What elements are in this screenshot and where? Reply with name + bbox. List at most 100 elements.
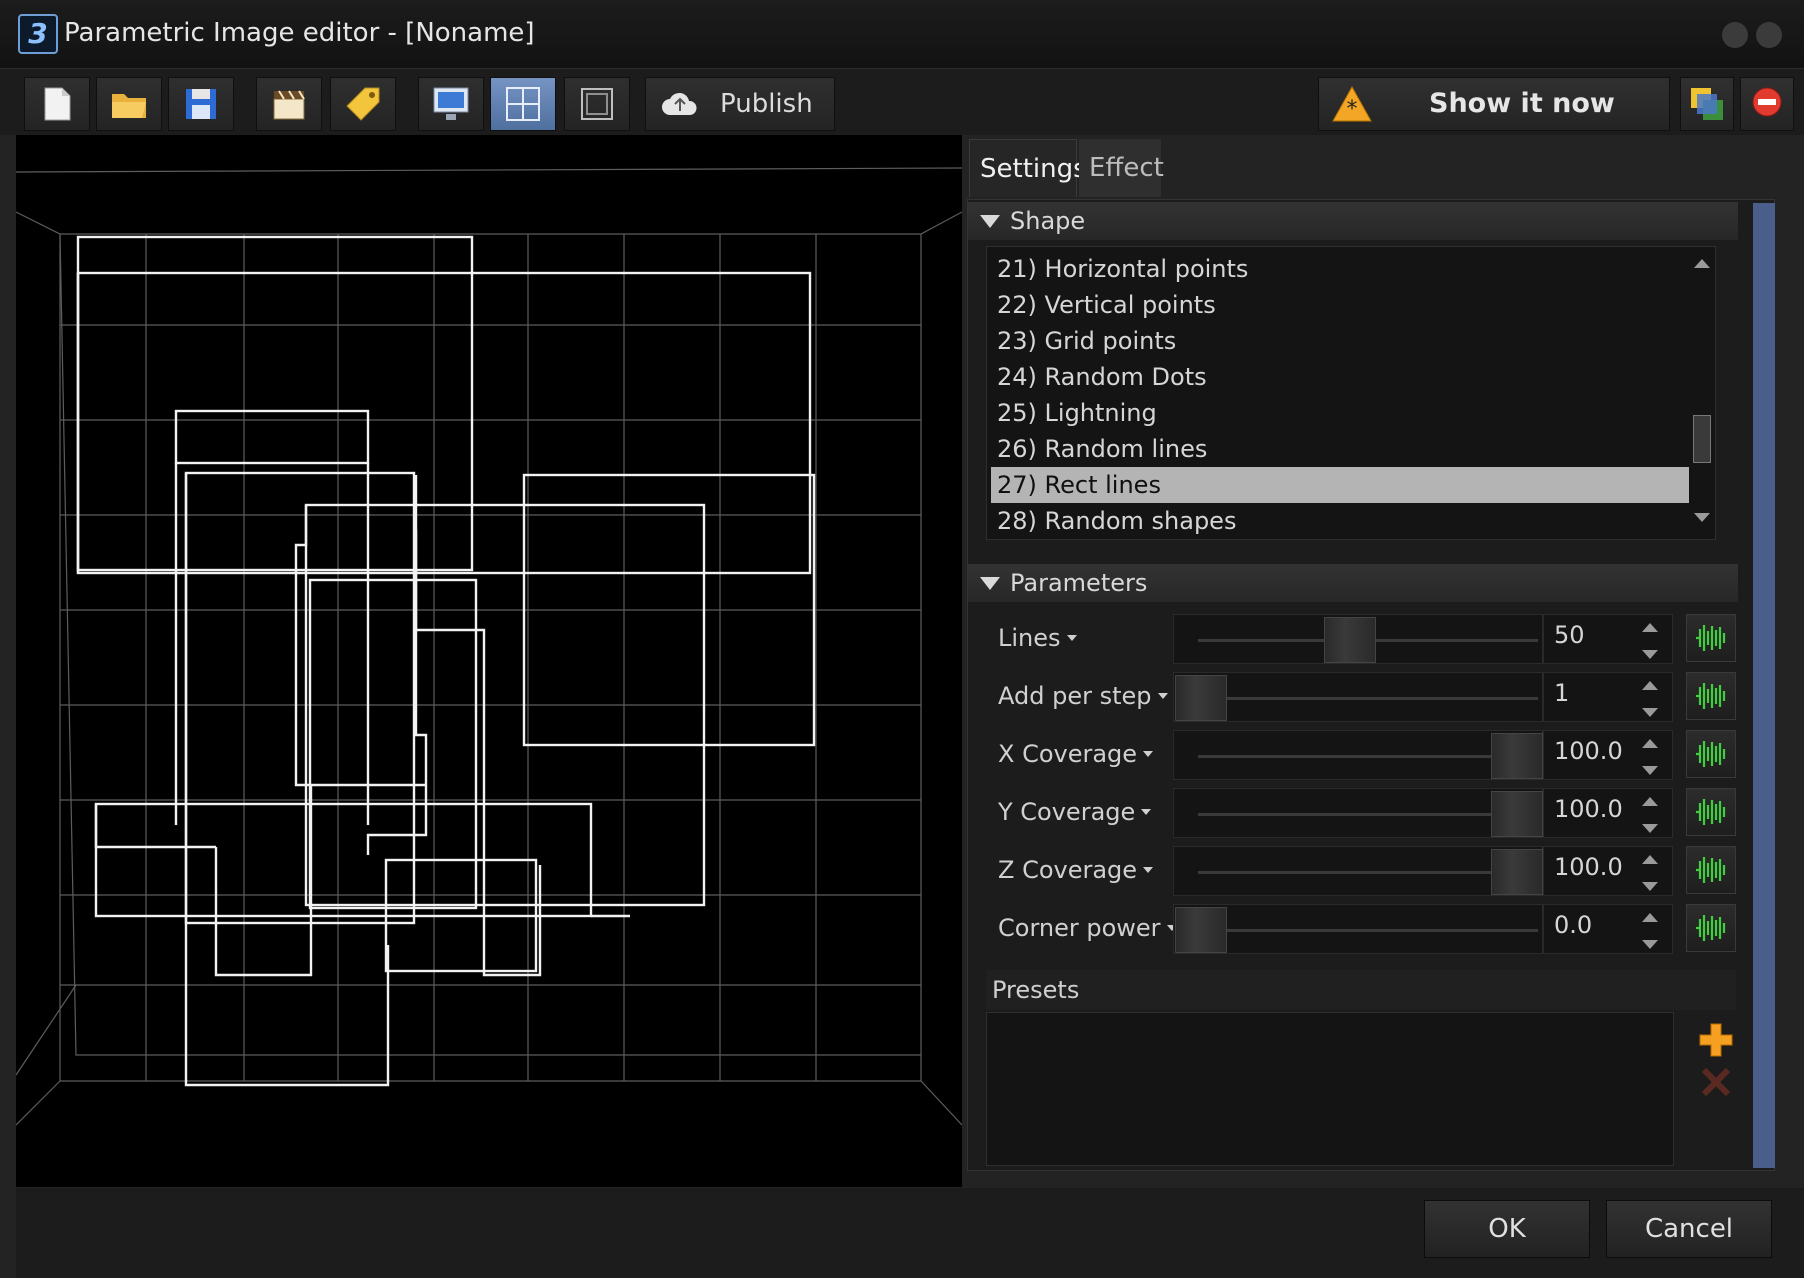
grid-view-button[interactable]: [490, 77, 556, 131]
param-label[interactable]: Y Coverage: [998, 798, 1152, 826]
x-coverage-value-field[interactable]: 100.0: [1543, 730, 1673, 780]
list-scrollbar[interactable]: [1689, 247, 1715, 539]
delete-preset-button[interactable]: [1700, 1066, 1732, 1102]
dropdown-caret-icon: [1143, 867, 1154, 873]
spin-down-icon[interactable]: [1642, 650, 1658, 659]
list-item[interactable]: 26) Random lines: [991, 431, 1689, 467]
spinner[interactable]: [1636, 681, 1664, 717]
corner-power-value-field[interactable]: 0.0: [1543, 904, 1673, 954]
shape-section-header[interactable]: Shape: [968, 202, 1738, 240]
tab-settings[interactable]: Settings: [969, 139, 1087, 197]
spinner[interactable]: [1636, 913, 1664, 949]
spin-up-icon[interactable]: [1642, 739, 1658, 748]
slider-thumb[interactable]: [1175, 675, 1227, 721]
save-button[interactable]: [168, 77, 234, 131]
list-item[interactable]: 25) Lightning: [991, 395, 1689, 431]
param-label[interactable]: Corner power: [998, 914, 1177, 942]
stop-button[interactable]: [1740, 77, 1794, 131]
waveform-icon: [1696, 915, 1726, 941]
close-window-icon[interactable]: [1756, 22, 1782, 48]
list-item[interactable]: 23) Grid points: [991, 323, 1689, 359]
y-coverage-slider[interactable]: [1173, 788, 1543, 838]
slider-thumb[interactable]: [1175, 907, 1227, 953]
z-coverage-slider[interactable]: [1173, 846, 1543, 896]
scroll-thumb[interactable]: [1693, 415, 1711, 463]
spinner[interactable]: [1636, 623, 1664, 659]
frame-view-button[interactable]: [564, 77, 630, 131]
spin-down-icon[interactable]: [1642, 940, 1658, 949]
list-item[interactable]: 28) Random shapes: [991, 503, 1689, 539]
spin-down-icon[interactable]: [1642, 708, 1658, 717]
ok-button[interactable]: OK: [1424, 1200, 1590, 1258]
tag-button[interactable]: [330, 77, 396, 131]
x-coverage-slider[interactable]: [1173, 730, 1543, 780]
presets-list[interactable]: [986, 1012, 1674, 1166]
panel-scrollbar[interactable]: [1753, 203, 1775, 1168]
param-label[interactable]: Lines: [998, 624, 1077, 652]
show-it-now-label: Show it now: [1429, 88, 1615, 119]
spin-down-icon[interactable]: [1642, 824, 1658, 833]
animate-button[interactable]: [1686, 904, 1736, 952]
spin-up-icon[interactable]: [1642, 913, 1658, 922]
animate-button[interactable]: [1686, 846, 1736, 894]
corner-power-slider[interactable]: [1173, 904, 1543, 954]
floppy-disk-icon: [186, 89, 216, 119]
stop-icon: [1752, 87, 1782, 117]
slider-thumb[interactable]: [1491, 791, 1543, 837]
tab-effect[interactable]: Effect: [1079, 139, 1164, 197]
new-file-icon: [44, 87, 71, 121]
spinner[interactable]: [1636, 855, 1664, 891]
preview-canvas[interactable]: [15, 135, 963, 1187]
monitor-button[interactable]: [418, 77, 484, 131]
spin-up-icon[interactable]: [1642, 623, 1658, 632]
animate-button[interactable]: [1686, 614, 1736, 662]
show-it-now-button[interactable]: * Show it now: [1318, 77, 1670, 131]
list-item[interactable]: 24) Random Dots: [991, 359, 1689, 395]
list-item-selected[interactable]: 27) Rect lines: [991, 467, 1689, 503]
animate-button[interactable]: [1686, 672, 1736, 720]
list-item[interactable]: 21) Horizontal points: [991, 251, 1689, 287]
animate-button[interactable]: [1686, 730, 1736, 778]
open-folder-button[interactable]: [96, 77, 162, 131]
add-preset-button[interactable]: [1696, 1020, 1736, 1064]
lines-slider[interactable]: [1173, 614, 1543, 664]
add-per-step-value-field[interactable]: 1: [1543, 672, 1673, 722]
new-file-button[interactable]: [24, 77, 90, 131]
frame-icon: [581, 88, 613, 120]
y-coverage-value-field[interactable]: 100.0: [1543, 788, 1673, 838]
cancel-button[interactable]: Cancel: [1606, 1200, 1772, 1258]
rect-lines-preview: [15, 167, 963, 1126]
spin-up-icon[interactable]: [1642, 855, 1658, 864]
spin-down-icon[interactable]: [1642, 882, 1658, 891]
animate-button[interactable]: [1686, 788, 1736, 836]
parameters-section-header[interactable]: Parameters: [968, 564, 1738, 602]
minimize-icon[interactable]: [1722, 22, 1748, 48]
scroll-down-icon[interactable]: [1694, 513, 1710, 522]
value-text: 100.0: [1554, 737, 1623, 765]
param-label[interactable]: X Coverage: [998, 740, 1154, 768]
slider-track: [1198, 813, 1538, 816]
waveform-icon: [1696, 741, 1726, 767]
shape-list[interactable]: 21) Horizontal points 22) Vertical point…: [986, 246, 1716, 540]
spinner[interactable]: [1636, 739, 1664, 775]
slider-thumb[interactable]: [1323, 617, 1376, 663]
z-coverage-value-field[interactable]: 100.0: [1543, 846, 1673, 896]
scroll-up-icon[interactable]: [1694, 259, 1710, 268]
spin-up-icon[interactable]: [1642, 797, 1658, 806]
spin-up-icon[interactable]: [1642, 681, 1658, 690]
spinner[interactable]: [1636, 797, 1664, 833]
swap-button[interactable]: [1680, 77, 1734, 131]
value-text: 100.0: [1554, 853, 1623, 881]
list-item[interactable]: 22) Vertical points: [991, 287, 1689, 323]
slider-thumb[interactable]: [1491, 849, 1543, 895]
param-label[interactable]: Add per step: [998, 682, 1168, 710]
slider-thumb[interactable]: [1491, 733, 1543, 779]
clapper-button[interactable]: [256, 77, 322, 131]
add-per-step-slider[interactable]: [1173, 672, 1543, 722]
lines-value-field[interactable]: 50: [1543, 614, 1673, 664]
param-label[interactable]: Z Coverage: [998, 856, 1154, 884]
publish-button[interactable]: Publish: [645, 77, 835, 131]
param-row-x-coverage: X Coverage 100.0: [998, 726, 1758, 784]
cloud-upload-icon: [662, 92, 697, 115]
spin-down-icon[interactable]: [1642, 766, 1658, 775]
